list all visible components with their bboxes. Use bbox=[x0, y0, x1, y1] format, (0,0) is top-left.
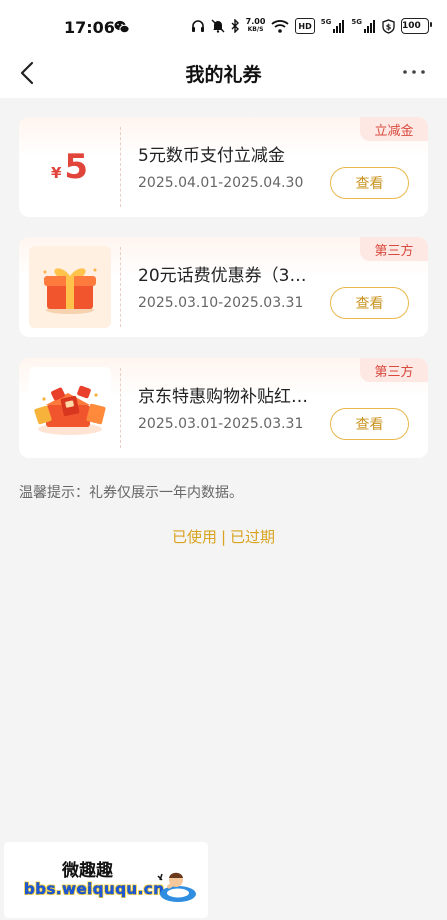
coupon-divider bbox=[120, 127, 121, 207]
coupon-image bbox=[19, 358, 120, 458]
history-separator: | bbox=[220, 528, 227, 546]
coupon-title: 5元数币支付立减金 bbox=[138, 146, 285, 166]
view-button[interactable]: 查看 bbox=[330, 287, 409, 319]
signal-icon: 5G bbox=[351, 18, 376, 34]
battery-icon: 100 bbox=[401, 18, 432, 34]
coupon-divider bbox=[120, 368, 121, 448]
mute-icon bbox=[211, 18, 225, 34]
gift-box-icon bbox=[28, 246, 111, 328]
bluetooth-icon bbox=[231, 18, 240, 34]
expired-link[interactable]: 已过期 bbox=[230, 528, 275, 546]
coupon-card[interactable]: ¥ 5 5元数币支付立减金 2025.04.01-2025.04.30 立减金 … bbox=[19, 117, 428, 217]
coupon-title: 京东特惠购物补贴红… bbox=[138, 387, 308, 407]
coupon-date: 2025.04.01-2025.04.30 bbox=[138, 175, 304, 191]
coupon-title: 20元话费优惠券（3… bbox=[138, 266, 307, 286]
coupon-date: 2025.03.10-2025.03.31 bbox=[138, 295, 304, 311]
coupon-date: 2025.03.01-2025.03.31 bbox=[138, 416, 304, 432]
hd-badge: HD bbox=[295, 18, 315, 34]
currency-symbol: ¥ bbox=[50, 164, 62, 182]
coupon-tag: 立减金 bbox=[360, 117, 428, 141]
used-link[interactable]: 已使用 bbox=[172, 528, 217, 546]
wifi-icon bbox=[271, 18, 290, 34]
coupon-divider bbox=[120, 247, 121, 327]
dollar-shield-icon: $ bbox=[382, 18, 395, 34]
red-envelope-gifts-icon bbox=[28, 367, 111, 449]
coupon-image bbox=[19, 237, 120, 337]
status-time: 17:06 bbox=[64, 18, 115, 37]
view-button[interactable]: 查看 bbox=[330, 167, 409, 199]
page-title: 我的礼券 bbox=[185, 64, 262, 86]
coupon-card[interactable]: 京东特惠购物补贴红… 2025.03.01-2025.03.31 第三方 查看 bbox=[19, 358, 428, 458]
swimmer-icon bbox=[154, 866, 198, 910]
watermark: 微趣趣 bbs.weiququ.cn bbox=[4, 842, 208, 918]
svg-text:$: $ bbox=[386, 22, 392, 31]
signal-icon: 5G bbox=[321, 18, 346, 34]
status-icons: 7.00 KB/S HD 5G 5G $ 100 bbox=[191, 17, 432, 34]
view-button[interactable]: 查看 bbox=[330, 408, 409, 440]
watermark-title: 微趣趣 bbox=[62, 861, 113, 881]
history-links: 已使用 | 已过期 bbox=[0, 526, 447, 547]
tip-text: 温馨提示：礼券仅展示一年内数据。 bbox=[19, 485, 243, 501]
coupon-tag: 第三方 bbox=[360, 237, 428, 261]
watermark-url: bbs.weiququ.cn bbox=[24, 880, 165, 898]
status-bar: 17:06 7.00 KB/S HD 5G 5G $ 100 bbox=[0, 0, 447, 56]
coupon-tag: 第三方 bbox=[360, 358, 428, 382]
amount-value: 5 bbox=[64, 147, 89, 187]
net-speed: 7.00 KB/S bbox=[245, 17, 266, 34]
nav-bar: 我的礼券 bbox=[0, 56, 447, 98]
coupon-amount: ¥ 5 bbox=[19, 117, 120, 217]
headphones-icon bbox=[191, 18, 205, 34]
wechat-icon bbox=[114, 19, 130, 38]
coupon-card[interactable]: 20元话费优惠券（3… 2025.03.10-2025.03.31 第三方 查看 bbox=[19, 237, 428, 337]
more-dots-icon[interactable] bbox=[399, 62, 429, 82]
